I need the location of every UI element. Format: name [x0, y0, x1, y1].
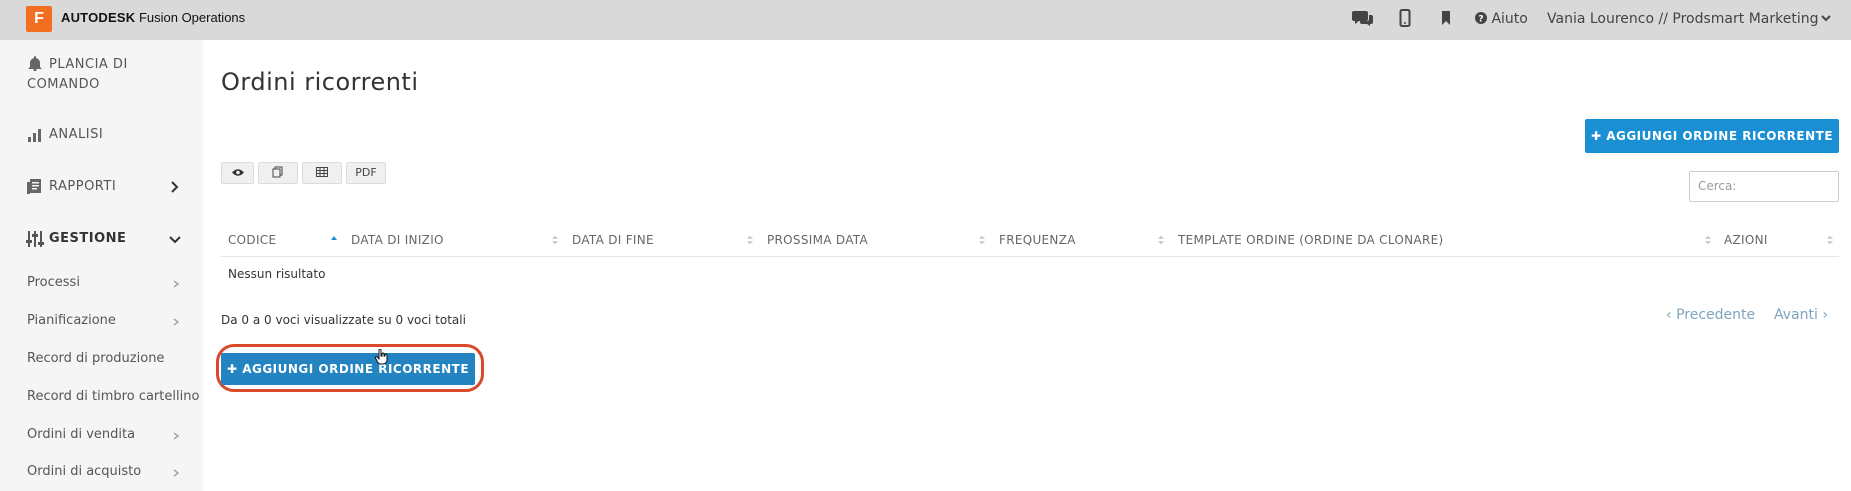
- sidebar: PLANCIA DI COMANDO ANALISI RAPPORTI GEST…: [0, 40, 203, 491]
- column-header-frequency[interactable]: FREQUENZA: [999, 233, 1076, 247]
- column-header-end-date[interactable]: DATA DI FINE: [572, 233, 654, 247]
- chevron-right-icon: ›: [1822, 307, 1828, 323]
- sort-icon[interactable]: [978, 234, 986, 246]
- sidebar-label-reports: RAPPORTI: [49, 179, 117, 194]
- column-visibility-button[interactable]: [221, 162, 254, 184]
- chevron-down-icon[interactable]: [1821, 13, 1831, 23]
- chevron-right-icon: [173, 432, 180, 440]
- svg-text:?: ?: [1478, 15, 1483, 25]
- column-header-start-date[interactable]: DATA DI INIZIO: [351, 233, 444, 247]
- reports-icon: [27, 179, 41, 194]
- bar-chart-icon: [28, 129, 41, 142]
- pagination-previous-label: Precedente: [1676, 307, 1756, 323]
- header-divider: [221, 256, 1839, 257]
- sort-asc-icon[interactable]: [330, 234, 338, 246]
- sliders-icon: [26, 231, 44, 247]
- search-input[interactable]: Cerca:: [1689, 171, 1839, 202]
- help-link[interactable]: ? Aiuto: [1475, 11, 1528, 27]
- chevron-right-icon: [173, 280, 180, 288]
- export-pdf-button[interactable]: PDF: [346, 162, 386, 184]
- column-header-actions[interactable]: AZIONI: [1724, 233, 1768, 247]
- add-button-label: AGGIUNGI ORDINE RICORRENTE: [1606, 129, 1834, 143]
- chevron-right-icon: [173, 469, 180, 477]
- export-excel-button[interactable]: [302, 162, 342, 184]
- chevron-right-icon: [173, 318, 180, 326]
- page-title: Ordini ricorrenti: [221, 68, 419, 96]
- column-header-order-template[interactable]: TEMPLATE ORDINE (ORDINE DA CLONARE): [1178, 233, 1443, 247]
- chevron-right-icon: [171, 181, 179, 193]
- add-recurring-order-button-top[interactable]: ✚ AGGIUNGI ORDINE RICORRENTE: [1585, 119, 1839, 153]
- pagination-next[interactable]: Avanti ›: [1774, 307, 1828, 323]
- sort-icon[interactable]: [1704, 234, 1712, 246]
- chevron-left-icon: ‹: [1666, 307, 1672, 323]
- chat-icon[interactable]: [1352, 9, 1374, 31]
- empty-table-message: Nessun risultato: [228, 267, 326, 281]
- pagination-next-label: Avanti: [1774, 307, 1818, 323]
- table-icon: [316, 167, 328, 177]
- hand-cursor-icon: [375, 349, 388, 365]
- sidebar-sublabel: Processi: [27, 275, 80, 290]
- add-recurring-order-button-bottom[interactable]: ✚ AGGIUNGI ORDINE RICORRENTE: [221, 353, 475, 385]
- sidebar-sublabel: Pianificazione: [27, 313, 116, 328]
- question-icon: ?: [1475, 12, 1487, 25]
- brand-name: AUTODESK Fusion Operations: [61, 10, 245, 25]
- sidebar-label-management: GESTIONE: [49, 231, 127, 246]
- sort-icon[interactable]: [1826, 234, 1834, 246]
- column-header-next-date[interactable]: PROSSIMA DATA: [767, 233, 868, 247]
- app-logo[interactable]: F: [26, 6, 52, 32]
- brand-bold: AUTODESK: [61, 10, 136, 25]
- sort-icon[interactable]: [1157, 234, 1165, 246]
- chevron-down-icon: [169, 236, 181, 244]
- help-label: Aiuto: [1491, 11, 1528, 27]
- user-menu[interactable]: Vania Lourenco // Prodsmart Marketing: [1547, 11, 1818, 27]
- pagination-previous[interactable]: ‹ Precedente: [1666, 307, 1755, 323]
- top-bar: F AUTODESK Fusion Operations ? Aiuto Van…: [0, 0, 1851, 40]
- sidebar-label-dashboard: PLANCIA DI COMANDO: [27, 57, 128, 92]
- sidebar-sublabel: Ordini di acquisto: [27, 464, 142, 479]
- sort-icon[interactable]: [551, 234, 559, 246]
- bookmark-icon[interactable]: [1440, 9, 1452, 31]
- mobile-icon[interactable]: [1399, 9, 1411, 31]
- copy-button[interactable]: [258, 162, 298, 184]
- sort-icon[interactable]: [746, 234, 754, 246]
- column-header-code[interactable]: CODICE: [228, 233, 276, 247]
- sidebar-label-analysis: ANALISI: [49, 127, 104, 142]
- eye-icon: [231, 169, 244, 176]
- sidebar-sublabel: Record di timbro cartellino: [27, 389, 200, 404]
- add-button-label: AGGIUNGI ORDINE RICORRENTE: [242, 362, 470, 376]
- table-info: Da 0 a 0 voci visualizzate su 0 voci tot…: [221, 313, 466, 327]
- sidebar-sublabel: Record di produzione: [27, 351, 165, 366]
- sidebar-sublabel: Ordini di vendita: [27, 427, 136, 442]
- brand-product: Fusion Operations: [138, 10, 246, 25]
- copy-icon: [272, 166, 283, 178]
